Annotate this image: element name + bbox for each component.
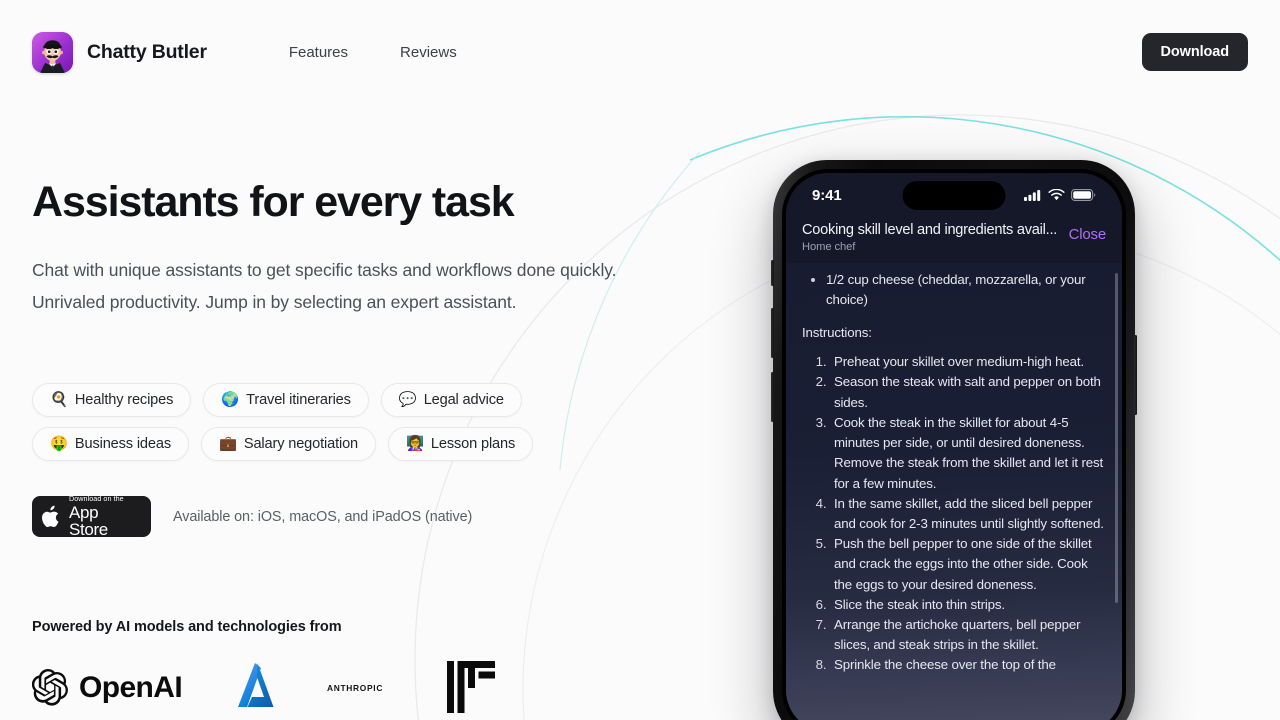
list-item: 1/2 cup cheese (cheddar, mozzarella, or … xyxy=(826,270,1108,310)
pill-label: Healthy recipes xyxy=(74,392,174,408)
teacher-icon: 👩‍🏫 xyxy=(406,435,424,452)
pill-label: Business ideas xyxy=(74,436,171,453)
anthropic-wordmark: ANTHROPIC xyxy=(327,683,383,693)
meta-llama-logo xyxy=(447,661,537,713)
page-title: Assistants for every task xyxy=(32,178,515,226)
powered-by-section: Powered by AI models and technologies fr… xyxy=(32,619,342,635)
globe-icon: 🌍 xyxy=(221,391,240,408)
list-item: Push the bell pepper to one side of the … xyxy=(830,534,1108,595)
pill-label: Travel itineraries xyxy=(246,392,351,408)
list-item: Slice the steak into thin strips. xyxy=(830,595,1108,615)
phone-status-bar: 9:41 xyxy=(786,173,1122,217)
pill-row-1: 🍳 Healthy recipes 🌍 Travel itineraries 💬… xyxy=(32,383,652,418)
pill-business-ideas[interactable]: 🤑 Business ideas xyxy=(32,427,189,462)
store-row: Download on the App Store Available on: … xyxy=(32,495,473,538)
site-header: Chatty Butler Features Reviews Download xyxy=(0,0,1280,104)
pill-label: Legal advice xyxy=(423,392,504,408)
suggestion-pills: 🍳 Healthy recipes 🌍 Travel itineraries 💬… xyxy=(32,383,652,471)
partner-logos: OpenAI ANTHROPIC xyxy=(32,655,537,719)
list-item: Season the steak with salt and pepper on… xyxy=(830,372,1108,412)
status-icons xyxy=(1024,189,1096,201)
nav-item-reviews[interactable]: Reviews xyxy=(386,38,471,67)
chat-title: Cooking skill level and ingredients avai… xyxy=(802,222,1058,238)
speech-bubble-icon: 💬 xyxy=(398,391,417,408)
powered-by-heading: Powered by AI models and technologies fr… xyxy=(32,619,342,635)
food-search-icon: 🍳 xyxy=(50,391,68,408)
butler-avatar-icon xyxy=(32,31,73,73)
hero-section: Assistants for every task Chat with uniq… xyxy=(32,178,652,319)
nav-item-features[interactable]: Features xyxy=(275,38,362,67)
money-face-icon: 🤑 xyxy=(50,435,68,452)
wifi-icon xyxy=(1048,189,1065,201)
phone-volume-down-button[interactable] xyxy=(771,372,774,422)
app-store-badge-text: Download on the App Store xyxy=(69,495,141,538)
hero-subtitle: Chat with unique assistants to get speci… xyxy=(32,260,617,312)
instructions-label: Instructions: xyxy=(802,325,872,341)
brand-name: Chatty Butler xyxy=(87,40,207,63)
main-nav: Features Reviews xyxy=(275,38,471,67)
pill-label: Lesson plans xyxy=(430,436,516,453)
landing-page: Chatty Butler Features Reviews Download … xyxy=(0,0,1280,720)
status-time: 9:41 xyxy=(812,186,842,204)
app-store-badge-small: Download on the xyxy=(69,493,124,503)
apple-logo-icon xyxy=(42,505,59,527)
dynamic-island xyxy=(902,181,1006,210)
list-item: Cook the steak in the skillet for about … xyxy=(830,413,1108,494)
phone-silent-switch[interactable] xyxy=(771,260,774,286)
briefcase-icon: 💼 xyxy=(218,435,237,452)
brand[interactable]: Chatty Butler xyxy=(32,31,207,73)
download-button[interactable]: Download xyxy=(1141,33,1248,71)
phone-volume-up-button[interactable] xyxy=(771,308,774,358)
close-button[interactable]: Close xyxy=(1069,221,1107,243)
list-item: Arrange the artichoke quarters, bell pep… xyxy=(830,615,1108,655)
anthropic-logo: ANTHROPIC xyxy=(327,679,447,695)
phone-power-button[interactable] xyxy=(1134,335,1137,415)
pill-healthy-recipes[interactable]: 🍳 Healthy recipes xyxy=(32,383,192,418)
app-store-badge-big: App Store xyxy=(69,503,108,540)
chat-body[interactable]: 1/2 cup cheese (cheddar, mozzarella, or … xyxy=(786,262,1122,720)
pill-row-2: 🤑 Business ideas 💼 Salary negotiation 👩‍… xyxy=(32,427,652,462)
phone-screen: 9:41 Cooking skill level and ingredients… xyxy=(786,173,1122,720)
phone-mockup: 9:41 Cooking skill level and ingredients… xyxy=(771,160,1137,720)
list-item: Sprinkle the cheese over the top of the xyxy=(830,655,1108,675)
list-item: Preheat your skillet over medium-high he… xyxy=(830,352,1108,372)
battery-icon xyxy=(1071,189,1096,201)
azure-logo xyxy=(222,659,327,715)
ingredients-list: 1/2 cup cheese (cheddar, mozzarella, or … xyxy=(800,270,1108,310)
pill-salary-negotiation[interactable]: 💼 Salary negotiation xyxy=(200,427,377,462)
pill-lesson-plans[interactable]: 👩‍🏫 Lesson plans xyxy=(388,427,534,462)
list-item: In the same skillet, add the sliced bell… xyxy=(830,494,1108,534)
chat-header: Cooking skill level and ingredients avai… xyxy=(786,217,1122,263)
availability-text: Available on: iOS, macOS, and iPadOS (na… xyxy=(173,508,473,525)
chat-scrollbar[interactable] xyxy=(1115,272,1118,603)
pill-label: Salary negotiation xyxy=(243,436,359,453)
signal-bars-icon xyxy=(1024,190,1041,201)
openai-logo: OpenAI xyxy=(32,665,222,709)
svg-text:OpenAI: OpenAI xyxy=(79,671,182,704)
pill-travel-itineraries[interactable]: 🌍 Travel itineraries xyxy=(203,383,369,418)
pill-legal-advice[interactable]: 💬 Legal advice xyxy=(380,383,522,418)
chat-subtitle: Home chef xyxy=(802,240,856,253)
chat-header-texts: Cooking skill level and ingredients avai… xyxy=(802,221,1059,253)
instructions-list: Preheat your skillet over medium-high he… xyxy=(800,352,1108,675)
app-store-badge[interactable]: Download on the App Store xyxy=(32,495,151,538)
